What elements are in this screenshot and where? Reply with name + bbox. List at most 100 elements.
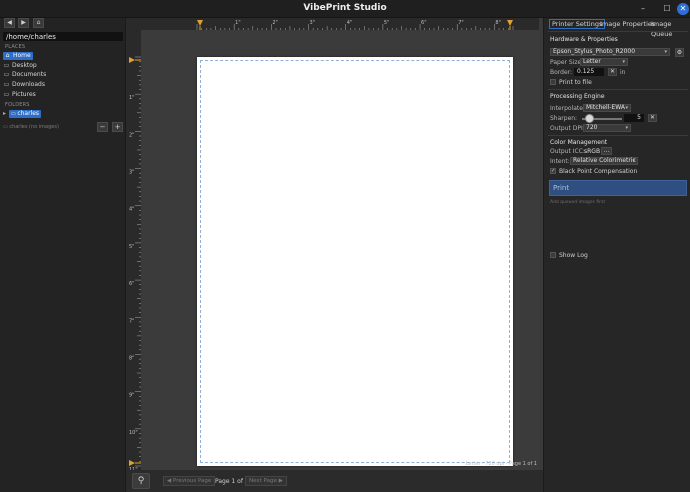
pager-bar: ⚲ ◀ Previous Page Page 1 of 1 Next Page … [127,470,543,492]
ruler-label: 3" [129,170,134,176]
print-to-file-checkbox[interactable] [550,79,556,85]
forward-button[interactable]: ▶ [18,18,29,28]
home-button[interactable]: ⌂ [33,18,44,28]
ruler-label: 9" [129,393,134,399]
processing-heading: Processing Engine [550,93,605,100]
output-dpi-label: Output DPI: [550,125,585,132]
intent-value: Relative Colorimetric [573,157,636,164]
ruler-margin-marker[interactable] [197,20,203,26]
black-point-checkbox[interactable]: ✓ [550,168,556,174]
ruler-label: 7" [458,20,463,26]
preview-area: 1" 2" 3" 4" 5" 6" 7" 8" 1" 2" 3" 4" 5" 6" 7" 8" 9" 10" 11… [127,18,543,492]
place-label: Downloads [12,81,45,88]
chevron-down-icon: ▾ [632,158,635,164]
paper-size-label: Paper Size: [550,59,584,66]
output-dpi-value: 720 [586,124,598,131]
place-item-documents[interactable]: ▭ Documents [3,70,121,79]
tab-printer-settings[interactable]: Printer Settings [549,19,606,29]
left-ruler-ticks: 1"2"3"4"5"6"7"8"9"10"11" [129,56,141,473]
ruler-label: 6" [421,20,426,26]
tab-image-queue[interactable]: Image Queue [649,19,690,38]
home-icon: ⌂ [5,52,10,59]
print-hint: Add queued images first [550,200,606,205]
window-title: VibePrint Studio [303,3,387,13]
back-button[interactable]: ◀ [4,18,15,28]
border-label: Border: [550,69,573,76]
chevron-down-icon: ▾ [625,125,628,131]
interpolate-value: Mitchell-EWA [586,104,625,111]
show-log-checkbox[interactable] [550,252,556,258]
ruler-margin-marker[interactable] [129,460,135,466]
title-bar: VibePrint Studio – ☐ ✕ [0,0,690,18]
place-item-desktop[interactable]: ▭ Desktop [3,61,121,70]
settings-panel: Printer Settings Image Properties Image … [543,18,690,492]
folder-icon: ▭ [3,62,10,69]
clear-icon: ✕ [649,114,656,121]
place-item-home[interactable]: ⌂ Home [3,51,121,60]
ruler-corner [127,18,141,30]
minimize-button[interactable]: – [637,3,649,15]
black-point-label: Black Point Compensation [559,168,638,175]
path-input[interactable]: /home/charles [3,32,123,41]
page-info-text: Letter · 720 dpi · Page 1 of 1 [465,461,537,467]
printer-select-value: Epson_Stylus_Photo_R2000 [553,48,636,55]
interpolate-select[interactable]: Mitchell-EWA ▾ [583,104,631,112]
places-heading: PLACES [5,44,26,50]
top-ruler: 1" 2" 3" 4" 5" 6" 7" 8" [141,18,539,30]
ruler-margin-marker[interactable] [129,57,135,63]
place-label: Home [13,52,31,59]
ruler-label: 5" [384,20,389,26]
icc-browse-button[interactable]: ... [601,147,612,155]
printer-settings-button[interactable]: ⚙ [675,48,684,57]
add-folder-button[interactable]: + [112,122,123,132]
ruler-label: 6" [129,281,134,287]
ruler-label: 10" [129,430,138,436]
ruler-label: 7" [129,318,134,324]
paper-size-value: Letter [583,58,601,65]
page-canvas[interactable] [141,30,539,470]
border-input[interactable]: 0.125 [574,68,604,76]
printer-select[interactable]: Epson_Stylus_Photo_R2000 ▾ [550,48,670,56]
sharpen-label: Sharpen: [550,115,578,122]
page-label: Page 1 of 1 [215,478,249,485]
place-item-pictures[interactable]: ▭ Pictures [3,90,121,99]
output-icc-value: sRGB [584,148,601,155]
paper-sheet[interactable] [197,57,513,466]
paper-size-select[interactable]: Letter ▾ [580,58,628,66]
remove-folder-button[interactable]: − [97,122,108,132]
intent-select[interactable]: Relative Colorimetric ▾ [570,157,638,165]
top-ruler-ticks: 1" 2" 3" 4" 5" 6" 7" 8" [196,20,514,30]
ruler-label: 2" [129,132,134,138]
sharpen-slider-handle[interactable] [585,114,594,123]
sharpen-clear-button[interactable]: ✕ [648,114,657,122]
ruler-label: 8" [495,20,500,26]
place-item-downloads[interactable]: ▭ Downloads [3,80,121,89]
ruler-label: 2" [272,20,277,26]
folder-icon: ▭ [3,91,10,98]
gear-icon: ⚙ [676,49,683,56]
border-clear-button[interactable]: ✕ [608,68,617,76]
chevron-down-icon: ▾ [625,105,628,111]
output-dpi-select[interactable]: 720 ▾ [583,124,631,132]
folder-tree-item[interactable]: ▸ ▭ charles [3,109,42,118]
folder-icon: ▭ [3,71,10,78]
file-browser-sidebar: ◀ ▶ ⌂ /home/charles PLACES ⌂ Home ▭ Deskto… [0,18,126,492]
ruler-label: 5" [129,244,134,250]
intent-label: Intent: [550,158,570,165]
next-page-button[interactable]: Next Page ▶ [245,476,287,486]
ruler-label: 1" [129,95,134,101]
maximize-button[interactable]: ☐ [661,3,673,15]
printable-area-outline [200,60,510,463]
previous-page-button[interactable]: ◀ Previous Page [163,476,216,486]
ruler-margin-marker[interactable] [507,20,513,26]
interpolate-label: Interpolate: [550,105,585,112]
zoom-button[interactable]: ⚲ [132,473,150,489]
border-unit: in [620,69,626,76]
chevron-down-icon: ▾ [664,49,667,55]
clear-icon: ✕ [609,68,616,75]
place-label: Pictures [12,91,36,98]
close-button[interactable]: ✕ [677,3,689,15]
ruler-label: 3" [310,20,315,26]
sharpen-input[interactable]: 5 [624,114,644,122]
print-button[interactable]: Print [549,180,687,196]
